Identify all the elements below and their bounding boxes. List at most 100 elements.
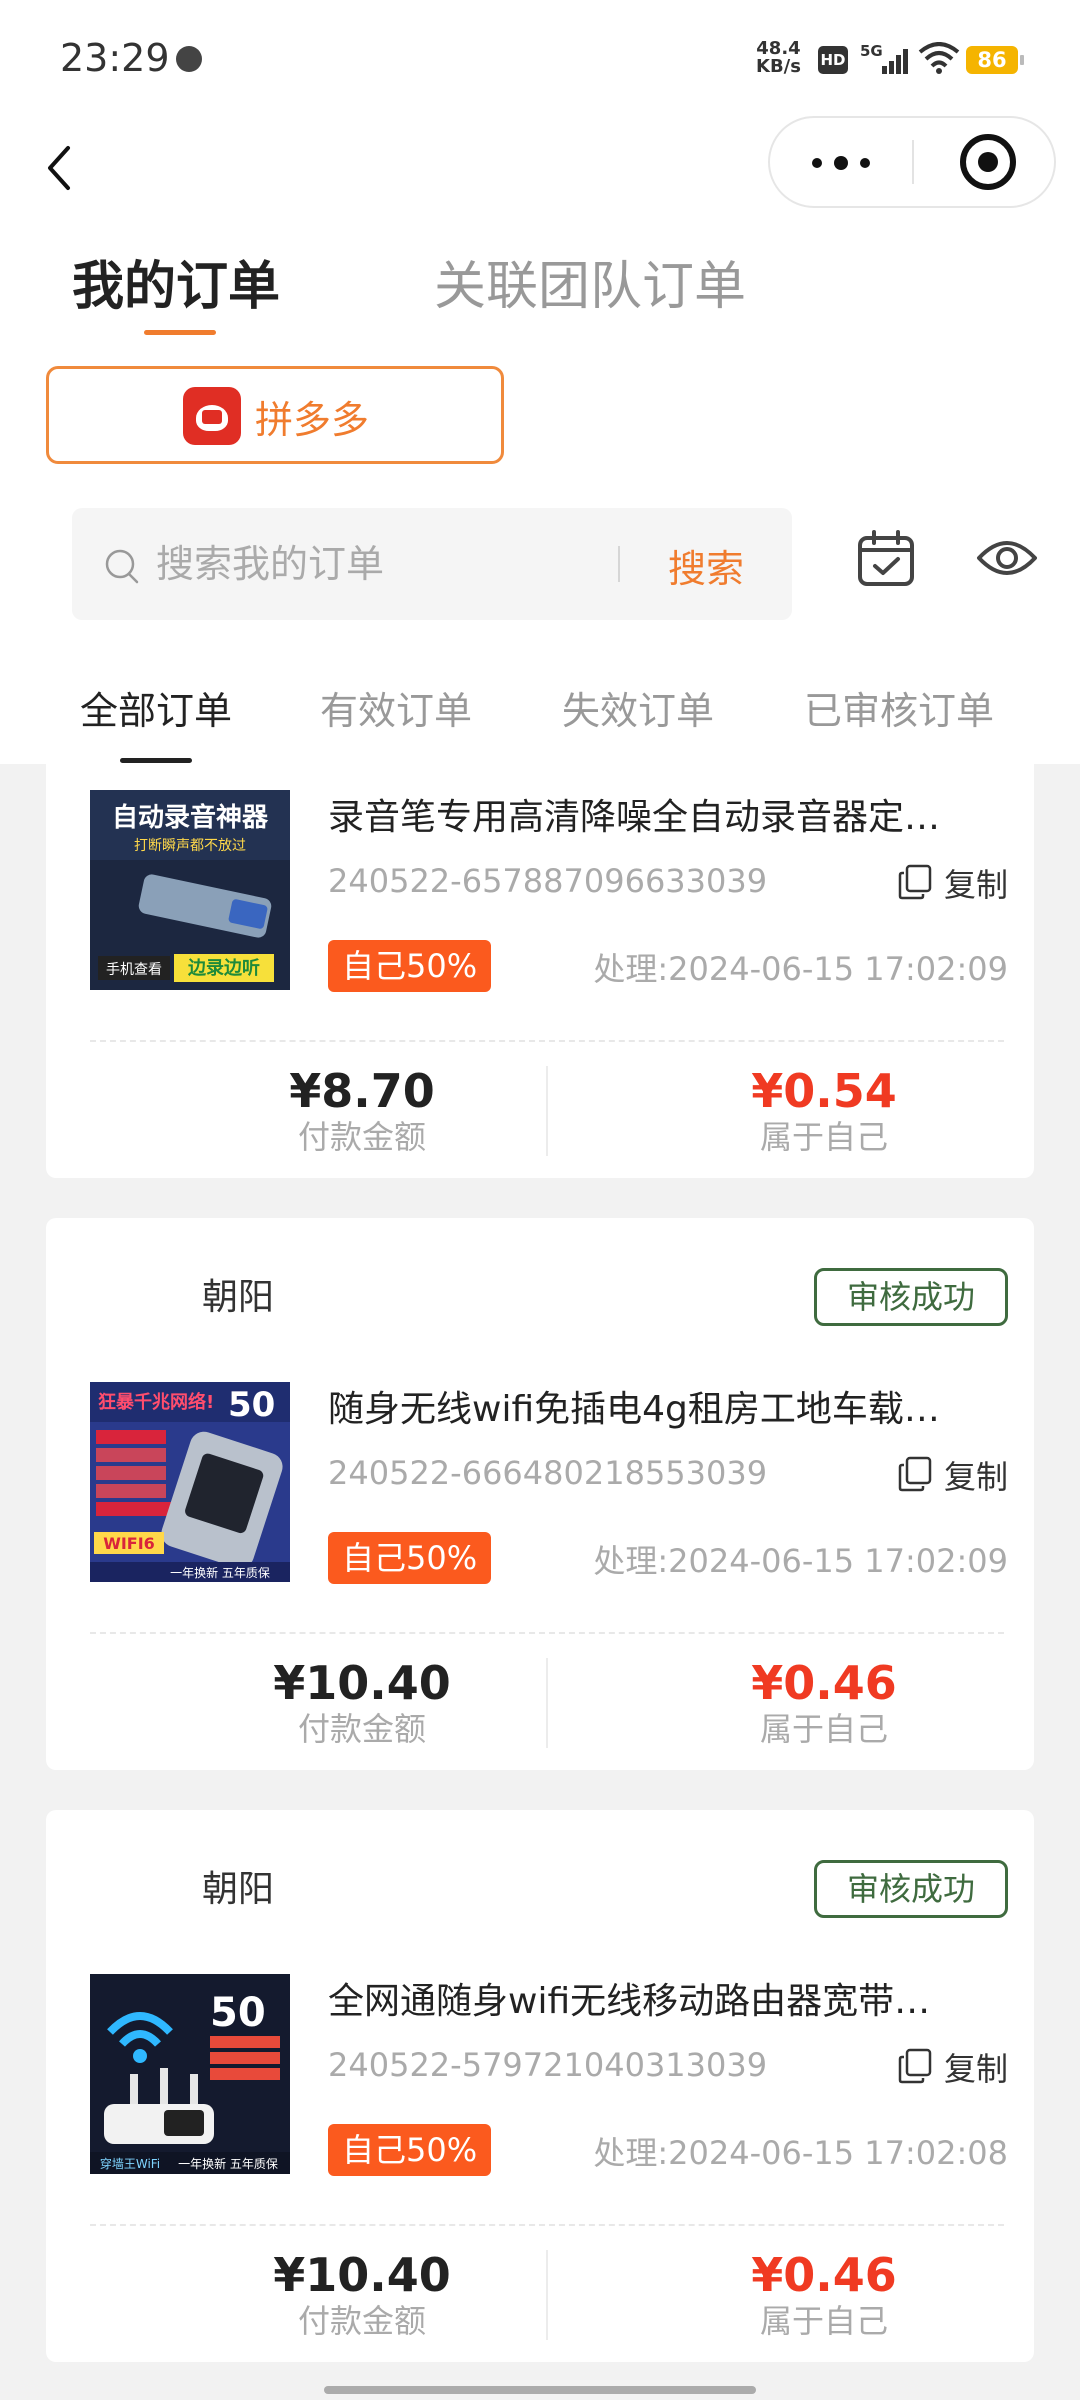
thumb-speed: 50 bbox=[228, 1385, 275, 1425]
thumb-footer: 一年换新 五年质保 bbox=[170, 1565, 270, 1580]
thumb-brand: 穿墙王WiFi bbox=[100, 2156, 160, 2171]
network-speed-unit: KB/s bbox=[756, 56, 801, 77]
commission-amount: ¥0.54 bbox=[751, 1064, 897, 1118]
platform-selector-button[interactable]: 拼多多 bbox=[46, 366, 504, 464]
thumb-badge: WIFI6 bbox=[103, 1534, 155, 1553]
copy-icon bbox=[898, 1456, 932, 1492]
paid-amount: ¥10.40 bbox=[273, 2248, 451, 2302]
paid-amount-block: ¥8.70 付款金额 bbox=[202, 1064, 522, 1156]
wifi-icon bbox=[918, 42, 960, 74]
more-dots-icon[interactable] bbox=[770, 118, 912, 206]
paid-amount-block: ¥10.40 付款金额 bbox=[202, 1656, 522, 1748]
network-speed: 48.4 KB/s bbox=[756, 40, 801, 76]
home-indicator[interactable] bbox=[324, 2386, 756, 2394]
order-card[interactable]: 朝阳 审核成功 狂暴千兆网络! 50 WIFI6 一年换新 五年质保 随身无线w… bbox=[46, 1218, 1034, 1770]
nav-bar bbox=[0, 116, 1080, 216]
back-arrow-icon[interactable] bbox=[38, 132, 88, 202]
status-time: 23:29 bbox=[60, 36, 170, 80]
subtab-valid-orders[interactable]: 有效订单 bbox=[320, 680, 472, 735]
mini-program-capsule bbox=[768, 116, 1056, 208]
calendar-check-icon[interactable] bbox=[856, 528, 916, 588]
order-number: 240522-666480218553039 bbox=[328, 1454, 768, 1492]
order-number: 240522-579721040313039 bbox=[328, 2046, 768, 2084]
share-tag: 自己50% bbox=[328, 2124, 492, 2176]
commission-block: ¥0.46 属于自己 bbox=[664, 2248, 984, 2340]
search-input[interactable] bbox=[156, 536, 666, 592]
subtab-invalid-orders[interactable]: 失效订单 bbox=[562, 680, 714, 735]
pinduoduo-logo bbox=[183, 387, 241, 445]
commission-block: ¥0.54 属于自己 bbox=[664, 1064, 984, 1156]
product-thumbnail: 自动录音神器 打断瞬声都不放过 手机查看 边录边听 bbox=[90, 790, 290, 990]
search-button[interactable]: 搜索 bbox=[668, 538, 744, 593]
paid-amount-label: 付款金额 bbox=[297, 2302, 426, 2340]
platform-label: 拼多多 bbox=[255, 398, 370, 442]
copy-button[interactable]: 复制 bbox=[898, 1452, 1008, 1498]
thumb-footer: 一年换新 五年质保 bbox=[178, 2156, 278, 2171]
active-tab-indicator bbox=[144, 330, 216, 335]
card-divider bbox=[90, 1632, 1004, 1634]
paid-amount: ¥8.70 bbox=[289, 1064, 435, 1118]
status-badge: 审核成功 bbox=[814, 1268, 1008, 1326]
card-divider bbox=[90, 2224, 1004, 2226]
product-thumbnail: 50 穿墙王WiFi 一年换新 五年质保 bbox=[90, 1974, 290, 2174]
close-target-icon[interactable] bbox=[960, 134, 1016, 190]
globe-icon bbox=[176, 46, 202, 72]
order-card[interactable]: 自动录音神器 打断瞬声都不放过 手机查看 边录边听 录音笔专用高清降噪全自动录音… bbox=[46, 764, 1034, 1178]
signal-5g-icon: 5G bbox=[860, 42, 908, 74]
active-subtab-indicator bbox=[120, 758, 192, 763]
paid-amount-label: 付款金额 bbox=[297, 1118, 426, 1156]
copy-button[interactable]: 复制 bbox=[898, 860, 1008, 906]
copy-button[interactable]: 复制 bbox=[898, 2044, 1008, 2090]
thumb-headline: 狂暴千兆网络! bbox=[98, 1391, 214, 1413]
commission-label: 属于自己 bbox=[759, 1118, 888, 1156]
card-divider bbox=[90, 1040, 1004, 1042]
battery-icon: 86 bbox=[966, 46, 1024, 74]
copy-icon bbox=[898, 2048, 932, 2084]
thumb-tag-left: 手机查看 bbox=[106, 962, 162, 978]
search-divider bbox=[618, 546, 620, 582]
processed-time: 处理:2024-06-15 17:02:09 bbox=[593, 1542, 1008, 1580]
product-thumbnail: 狂暴千兆网络! 50 WIFI6 一年换新 五年质保 bbox=[90, 1382, 290, 1582]
status-bar: 23:29 48.4 KB/s HD 5G 86 bbox=[0, 0, 1080, 116]
commission-amount: ¥0.46 bbox=[751, 1656, 897, 1710]
thumb-speed: 50 bbox=[210, 1990, 266, 2036]
amount-divider bbox=[546, 2250, 548, 2340]
search-icon bbox=[105, 549, 139, 584]
commission-label: 属于自己 bbox=[759, 1710, 888, 1748]
product-title[interactable]: 随身无线wifi免插电4g租房工地车载… bbox=[328, 1380, 1004, 1432]
amount-divider bbox=[546, 1066, 548, 1156]
share-tag: 自己50% bbox=[328, 940, 492, 992]
copy-label: 复制 bbox=[943, 2050, 1008, 2088]
commission-amount: ¥0.46 bbox=[751, 2248, 897, 2302]
tab-my-orders[interactable]: 我的订单 bbox=[72, 244, 280, 319]
store-name: 朝阳 bbox=[202, 1277, 275, 1318]
store-name: 朝阳 bbox=[202, 1869, 275, 1910]
status-badge: 审核成功 bbox=[814, 1860, 1008, 1918]
order-card[interactable]: 朝阳 审核成功 50 穿墙王WiFi 一年换新 五年质保 全网通随身wifi无线… bbox=[46, 1810, 1034, 2362]
processed-time: 处理:2024-06-15 17:02:08 bbox=[593, 2134, 1008, 2172]
hd-icon: HD bbox=[818, 46, 848, 74]
product-title[interactable]: 录音笔专用高清降噪全自动录音器定… bbox=[328, 788, 1004, 840]
copy-icon bbox=[898, 864, 932, 900]
copy-label: 复制 bbox=[943, 866, 1008, 904]
commission-label: 属于自己 bbox=[759, 2302, 888, 2340]
thumb-subline: 打断瞬声都不放过 bbox=[134, 837, 246, 854]
tab-team-orders[interactable]: 关联团队订单 bbox=[434, 244, 746, 319]
network-type: 5G bbox=[860, 42, 883, 60]
search-bar: 搜索 bbox=[72, 508, 792, 620]
processed-time: 处理:2024-06-15 17:02:09 bbox=[593, 950, 1008, 988]
paid-amount-block: ¥10.40 付款金额 bbox=[202, 2248, 522, 2340]
order-number: 240522-657887096633039 bbox=[328, 862, 768, 900]
eye-icon[interactable] bbox=[976, 532, 1038, 584]
thumb-headline: 自动录音神器 bbox=[112, 802, 269, 833]
commission-block: ¥0.46 属于自己 bbox=[664, 1656, 984, 1748]
amount-divider bbox=[546, 1658, 548, 1748]
paid-amount: ¥10.40 bbox=[273, 1656, 451, 1710]
subtab-all-orders[interactable]: 全部订单 bbox=[80, 680, 232, 735]
paid-amount-label: 付款金额 bbox=[297, 1710, 426, 1748]
orders-header: 我的订单 关联团队订单 拼多多 搜索 全部订单 有效订单 失效订单 已审核订单 bbox=[0, 216, 1080, 764]
thumb-tag-right: 边录边听 bbox=[187, 957, 260, 979]
subtab-reviewed-orders[interactable]: 已审核订单 bbox=[804, 680, 994, 735]
product-title[interactable]: 全网通随身wifi无线移动路由器宽带… bbox=[328, 1972, 1004, 2024]
share-tag: 自己50% bbox=[328, 1532, 492, 1584]
